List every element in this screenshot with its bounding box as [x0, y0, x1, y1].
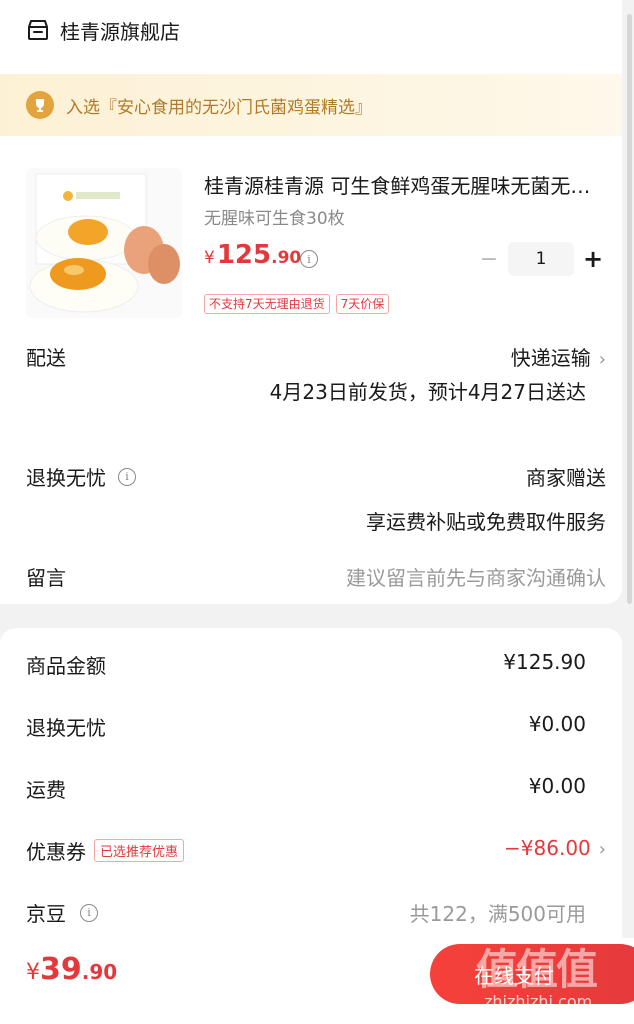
product-image[interactable] [26, 168, 182, 318]
shop-icon [28, 20, 48, 40]
watermark-logo: 值值值 [476, 945, 598, 994]
price-symbol: ¥ [204, 248, 215, 268]
shipping-label: 运费 [26, 778, 66, 802]
message-label: 留言 [26, 566, 66, 590]
returns-row[interactable]: 退换无忧 i [26, 462, 136, 491]
trophy-icon [26, 91, 54, 119]
total-symbol: ¥ [26, 960, 40, 985]
coupon-value[interactable]: −¥86.00 › [504, 836, 606, 860]
goods-amount-value: ¥125.90 [503, 650, 586, 674]
price-integer: 125 [216, 240, 272, 270]
returns-label: 退换无忧 [26, 466, 106, 490]
goods-amount-label: 商品金额 [26, 654, 106, 678]
scrollbar[interactable] [627, 14, 632, 604]
shipping-value: ¥0.00 [528, 774, 586, 798]
product-tags: 不支持7天无理由退货 7天价保 [204, 294, 390, 314]
beans-row: 京豆 i [26, 898, 98, 927]
quantity-stepper: − 1 + [478, 242, 604, 276]
product-title[interactable]: 桂青源桂青源 可生食鲜鸡蛋无腥味无菌无抗 1.5kg [204, 170, 604, 199]
increase-button[interactable]: + [582, 245, 604, 273]
delivery-eta: 4月23日前发货，预计4月27日送达 [269, 380, 586, 404]
tag-no-return: 不支持7天无理由退货 [204, 294, 330, 314]
price-decimal: .90 [271, 248, 302, 268]
coupon-tag: 已选推荐优惠 [94, 839, 185, 862]
total-price: ¥ 39 .90 [26, 952, 117, 987]
product-price: ¥ 125 .90 [204, 240, 301, 270]
chevron-right-icon: › [598, 839, 606, 860]
message-input[interactable]: 建议留言前先与商家沟通确认 [346, 562, 606, 591]
info-icon[interactable]: i [80, 903, 98, 922]
delivery-method-text: 快递运输 [510, 346, 591, 370]
watermark-url: zhizhizhi.com [484, 992, 593, 1011]
product-spec[interactable]: 无腥味可生食30枚 [204, 204, 345, 229]
price-info-icon[interactable]: i [300, 250, 318, 268]
decrease-button[interactable]: − [478, 247, 500, 272]
total-integer: 39 [40, 952, 82, 987]
store-header[interactable]: 桂青源旗舰店 [26, 14, 180, 46]
coupon-label: 优惠券 [26, 840, 86, 864]
chevron-right-icon: › [598, 349, 606, 370]
coupon-row[interactable]: 优惠券 已选推荐优惠 [26, 836, 185, 865]
selection-banner[interactable]: 入选『安心食用的无沙门氏菌鸡蛋精选』 [0, 74, 622, 136]
quantity-input[interactable]: 1 [508, 242, 574, 276]
coupon-amount: −¥86.00 [504, 836, 591, 860]
banner-text: 入选『安心食用的无沙门氏菌鸡蛋精选』 [66, 97, 372, 118]
info-icon[interactable]: i [118, 467, 136, 486]
delivery-method[interactable]: 快递运输 › [511, 342, 606, 371]
beans-value: 共122，满500可用 [409, 902, 586, 926]
delivery-label: 配送 [26, 346, 66, 370]
returns-desc: 享运费补贴或免费取件服务 [366, 510, 606, 534]
returns-fee-label: 退换无忧 [26, 716, 106, 740]
returns-fee-value: ¥0.00 [528, 712, 586, 736]
beans-label: 京豆 [26, 902, 66, 926]
total-decimal: .90 [81, 960, 118, 984]
tag-price-protect[interactable]: 7天价保 [335, 294, 390, 314]
returns-value[interactable]: 商家赠送 [526, 462, 606, 491]
store-name: 桂青源旗舰店 [60, 19, 180, 44]
